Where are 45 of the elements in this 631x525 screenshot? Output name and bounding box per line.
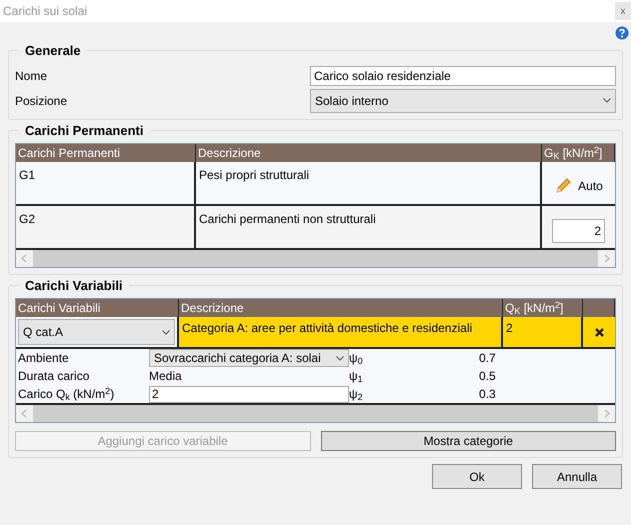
field-label: Posizione	[15, 92, 68, 110]
dialog-button[interactable]: Annulla	[532, 464, 622, 489]
table-cell: 2	[503, 317, 583, 347]
column-header: Carichi Variabili	[16, 299, 179, 317]
table-cell: Pesi propri strutturali	[196, 162, 542, 204]
load-field[interactable]: 2	[149, 386, 349, 402]
column-header: Q$_{K}$ [kN/m$^{2}$]	[503, 299, 583, 317]
value-field[interactable]: 2	[552, 219, 605, 243]
detail-label: Carico Q$_{k}$ (kN/m$^{2}$)	[17, 385, 116, 403]
psi-value: 0.5	[479, 368, 497, 385]
table-cell: Categoria A: aree per attività domestiche e residenziali	[179, 317, 503, 347]
column-header: Descrizione	[196, 144, 542, 162]
delete-icon[interactable]	[594, 328, 604, 336]
position-dropdown[interactable]: Solaio interno	[310, 88, 616, 112]
table-cell: Carichi permanenti non strutturali	[196, 206, 542, 248]
column-header: Carichi Permanenti	[16, 144, 196, 162]
help-icon[interactable]	[615, 26, 629, 40]
dialog-button[interactable]: Ok	[432, 464, 522, 489]
field-label: Nome	[15, 68, 48, 84]
table-cell: G1	[16, 162, 196, 204]
column-header: G$_{K}$ [kN/m$^{2}$]	[542, 144, 615, 162]
chevron-down-icon	[336, 356, 344, 360]
window-title: Carichi sui solai	[3, 3, 88, 20]
detail-label: Durata carico	[17, 368, 90, 385]
auto-button[interactable]: Auto	[542, 162, 615, 204]
environment-dropdown[interactable]: Sovraccarichi categoria A: solai	[149, 349, 349, 367]
psi-label: ψ$_{0}$	[349, 350, 364, 367]
load-type-dropdown[interactable]: Q cat.A	[18, 319, 175, 345]
pencil-icon	[554, 177, 572, 195]
psi-value: 0.3	[479, 386, 497, 403]
detail-value: Media	[149, 368, 183, 385]
column-header: Descrizione	[179, 299, 503, 317]
close-button[interactable]: x	[615, 2, 631, 20]
dropdown-value: Q cat.A	[23, 324, 64, 341]
psi-value: 0.7	[479, 350, 497, 367]
dropdown-value: Solaio interno	[315, 92, 388, 110]
detail-label: Ambiente	[17, 350, 70, 367]
psi-label: ψ$_{1}$	[349, 368, 364, 385]
psi-label: ψ$_{2}$	[349, 386, 364, 403]
action-button[interactable]: Mostra categorie	[320, 431, 616, 451]
chevron-down-icon	[603, 98, 611, 103]
name-field[interactable]: Carico solaio residenziale	[310, 66, 616, 86]
chevron-down-icon	[162, 330, 170, 334]
dropdown-value: Sovraccarichi categoria A: solai	[154, 350, 321, 367]
table-cell: G2	[16, 206, 196, 248]
